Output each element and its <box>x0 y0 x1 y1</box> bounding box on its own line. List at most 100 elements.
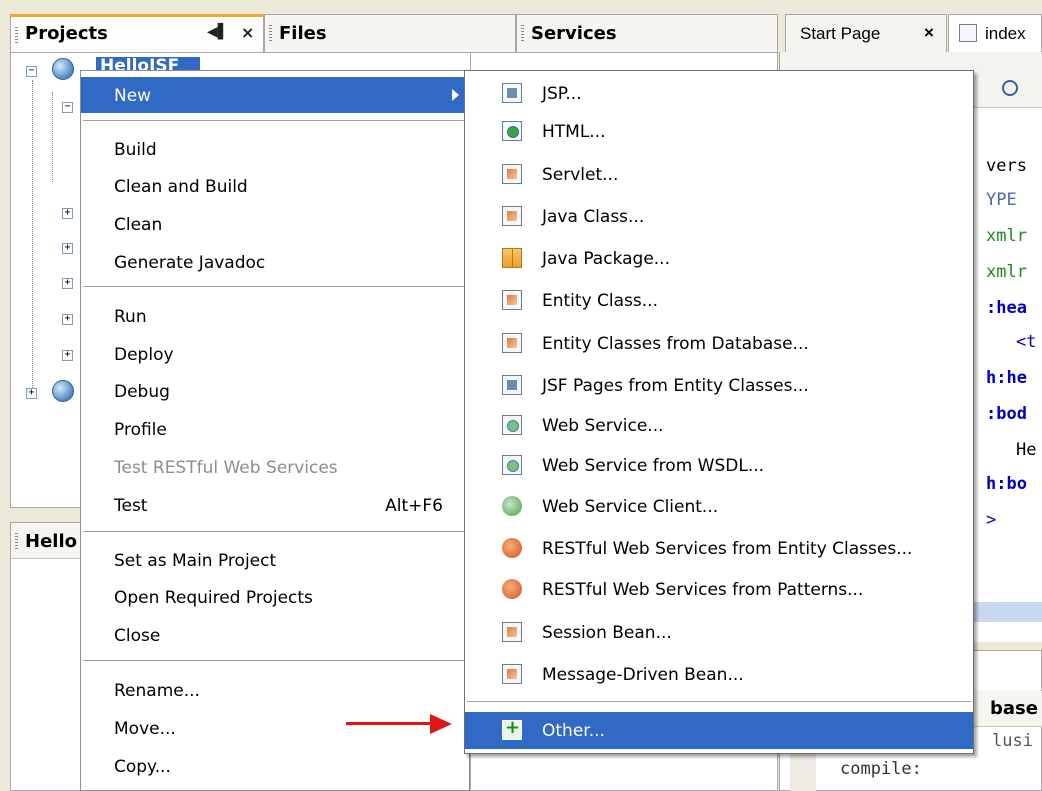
submenu-item-label: Session Bean... <box>542 623 672 643</box>
submenu-item-label: Entity Classes from Database... <box>542 334 809 354</box>
find-icon[interactable] <box>1002 80 1018 96</box>
submenu-item-other[interactable]: Other... <box>465 712 973 749</box>
expand-icon[interactable]: + <box>62 314 73 325</box>
expand-icon[interactable]: + <box>26 388 37 399</box>
submenu-item-restful-patterns[interactable]: RESTful Web Services from Patterns... <box>465 571 973 608</box>
menu-item-label: Profile <box>114 420 167 440</box>
submenu-item-message-driven-bean[interactable]: Message-Driven Bean... <box>465 656 973 693</box>
tab-start-page-label: Start Page <box>800 24 881 43</box>
menu-item-move[interactable]: Move... <box>81 710 469 746</box>
submenu-arrow-icon <box>452 89 459 101</box>
menu-item-label: Test RESTful Web Services <box>114 458 338 478</box>
tab-files[interactable]: Files <box>264 14 516 52</box>
submenu-item-java-class[interactable]: Java Class... <box>465 198 973 235</box>
tree-guide <box>32 80 33 390</box>
menu-item-label: Open Required Projects <box>114 588 313 608</box>
menu-item-test[interactable]: Test Alt+F6 <box>81 487 469 523</box>
output-line: lusi <box>992 731 1033 751</box>
html-file-icon <box>959 24 977 42</box>
collapse-icon[interactable]: − <box>26 66 37 77</box>
submenu-item-web-service[interactable]: Web Service... <box>465 407 973 444</box>
menu-separator <box>83 660 467 662</box>
menu-separator <box>83 120 467 122</box>
entity-classes-db-icon <box>502 333 522 353</box>
java-class-icon <box>502 206 522 226</box>
tab-start-page[interactable]: Start Page × <box>785 14 947 52</box>
tab-projects-label: Projects <box>25 23 108 44</box>
submenu-item-session-bean[interactable]: Session Bean... <box>465 614 973 651</box>
new-submenu: JSP... HTML... Servlet... Java Class... … <box>464 70 974 754</box>
code-line: > <box>986 510 997 530</box>
menu-item-rename[interactable]: Rename... <box>81 672 469 708</box>
menu-item-run[interactable]: Run <box>81 298 469 334</box>
menu-item-label: New <box>114 86 152 106</box>
tab-index[interactable]: index <box>948 14 1042 52</box>
submenu-item-java-package[interactable]: Java Package... <box>465 240 973 277</box>
close-icon[interactable]: × <box>241 23 254 42</box>
menu-item-build[interactable]: Build <box>81 131 469 167</box>
menu-item-label: Close <box>114 626 161 646</box>
web-service-wsdl-icon <box>502 455 522 475</box>
html-icon <box>502 121 522 141</box>
submenu-item-restful-entity[interactable]: RESTful Web Services from Entity Classes… <box>465 530 973 567</box>
submenu-item-label: JSF Pages from Entity Classes... <box>542 376 809 396</box>
restful-entity-icon <box>502 538 522 558</box>
menu-item-new[interactable]: New <box>81 77 469 113</box>
expand-icon[interactable]: + <box>62 243 73 254</box>
menu-item-close[interactable]: Close <box>81 617 469 653</box>
submenu-item-label: Entity Class... <box>542 291 658 311</box>
expand-icon[interactable]: + <box>62 208 73 219</box>
menu-item-generate-javadoc[interactable]: Generate Javadoc <box>81 244 469 280</box>
annotation-arrow-icon <box>430 714 452 734</box>
drag-grip-icon <box>521 25 524 43</box>
menu-item-label: Generate Javadoc <box>114 253 266 273</box>
submenu-item-web-service-client[interactable]: Web Service Client... <box>465 488 973 525</box>
annotation-arrow-line <box>346 722 432 725</box>
expand-icon[interactable]: + <box>62 350 73 361</box>
submenu-item-label: Web Service... <box>542 416 664 436</box>
submenu-item-label: Message-Driven Bean... <box>542 665 744 685</box>
menu-separator <box>83 531 467 533</box>
submenu-item-label: RESTful Web Services from Patterns... <box>542 580 864 600</box>
menu-item-set-main-project[interactable]: Set as Main Project <box>81 542 469 578</box>
submenu-item-web-service-wsdl[interactable]: Web Service from WSDL... <box>465 447 973 484</box>
code-line: h:bo <box>986 474 1027 494</box>
code-line: vers <box>986 156 1027 176</box>
submenu-item-entity-classes-db[interactable]: Entity Classes from Database... <box>465 325 973 362</box>
web-service-icon <box>502 415 522 435</box>
menu-item-open-required-projects[interactable]: Open Required Projects <box>81 579 469 615</box>
tab-projects[interactable]: Projects ◀▌ × <box>10 14 264 52</box>
output-line: compile: <box>840 759 922 779</box>
tab-services[interactable]: Services <box>516 14 778 52</box>
menu-item-clean-and-build[interactable]: Clean and Build <box>81 168 469 204</box>
tab-index-label: index <box>985 24 1026 43</box>
menu-item-debug[interactable]: Debug <box>81 373 469 409</box>
web-project-icon <box>52 380 74 402</box>
context-menu: New Build Clean and Build Clean Generate… <box>80 70 470 791</box>
submenu-item-servlet[interactable]: Servlet... <box>465 156 973 193</box>
minimize-window-icon[interactable]: ◀▌ <box>207 24 229 40</box>
collapse-icon[interactable]: − <box>62 102 73 113</box>
menu-separator <box>83 286 467 288</box>
submenu-item-html[interactable]: HTML... <box>465 113 973 150</box>
code-line: :bod <box>986 404 1027 424</box>
menu-item-label: Run <box>114 307 147 327</box>
menu-item-profile[interactable]: Profile <box>81 411 469 447</box>
expand-icon[interactable]: + <box>62 278 73 289</box>
menu-item-clean[interactable]: Clean <box>81 206 469 242</box>
submenu-item-label: Other... <box>542 721 605 741</box>
code-line: h:he <box>986 368 1027 388</box>
submenu-item-jsf-pages[interactable]: JSF Pages from Entity Classes... <box>465 367 973 404</box>
submenu-item-jsp[interactable]: JSP... <box>465 75 973 112</box>
menu-item-copy[interactable]: Copy... <box>81 748 469 784</box>
menu-item-label: Debug <box>114 382 170 402</box>
tab-strip: Projects ◀▌ × Files Services Start Page … <box>0 0 1042 52</box>
tree-guide <box>52 92 53 182</box>
close-icon[interactable]: × <box>924 23 934 43</box>
tab-services-label: Services <box>531 23 617 44</box>
menu-item-label: Build <box>114 140 157 160</box>
other-new-icon <box>502 717 522 740</box>
menu-item-deploy[interactable]: Deploy <box>81 336 469 372</box>
submenu-item-entity-class[interactable]: Entity Class... <box>465 282 973 319</box>
menu-item-label: Deploy <box>114 345 174 365</box>
